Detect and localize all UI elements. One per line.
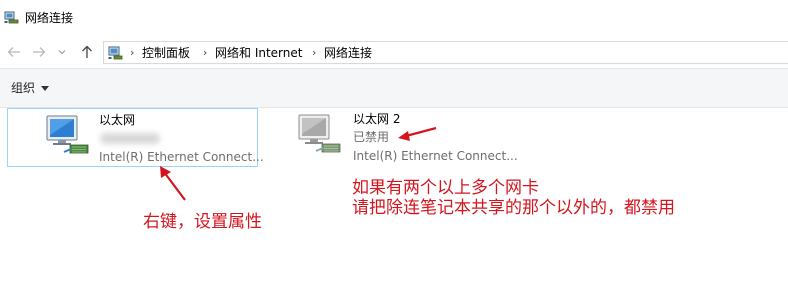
command-bar: 组织 <box>0 68 788 108</box>
back-button[interactable] <box>5 42 23 62</box>
arrow-right-icon <box>33 47 46 57</box>
adapter-status: 已禁用 <box>353 130 390 144</box>
control-panel-icon <box>108 46 123 60</box>
arrow-up-icon <box>82 45 92 58</box>
recent-locations-button[interactable] <box>56 42 68 62</box>
organize-menu-button[interactable]: 组织 <box>11 81 35 95</box>
breadcrumb-control-panel[interactable]: 控制面板 <box>142 46 190 60</box>
adapter-device: Intel(R) Ethernet Connect... <box>99 150 264 164</box>
up-button[interactable] <box>78 42 96 62</box>
address-bar[interactable]: › 控制面板 › 网络和 Internet › 网络连接 <box>103 41 788 64</box>
arrow-to-ethernet <box>160 166 186 201</box>
network-connections-icon <box>4 11 19 24</box>
breadcrumb-network-connections[interactable]: 网络连接 <box>324 46 372 60</box>
chevron-down-icon <box>58 50 66 55</box>
disabled-ethernet-adapter-icon <box>298 114 341 153</box>
adapter-name: 以太网 2 <box>353 112 401 126</box>
forward-button[interactable] <box>30 42 48 62</box>
ethernet-adapter-icon <box>46 115 89 154</box>
window-title: 网络连接 <box>25 11 74 25</box>
adapter-item-ethernet[interactable]: 以太网 Intel(R) Ethernet Connect... <box>7 108 264 167</box>
adapter-name: 以太网 <box>99 113 136 127</box>
annotation-right-click: 右键，设置属性 <box>143 212 262 232</box>
breadcrumb-separator[interactable]: › <box>130 46 134 60</box>
breadcrumb-separator[interactable]: › <box>203 46 207 60</box>
breadcrumb-separator[interactable]: › <box>312 46 316 60</box>
adapter-device: Intel(R) Ethernet Connect... <box>353 149 518 163</box>
adapter-item-ethernet-2[interactable]: 以太网 2 已禁用 Intel(R) Ethernet Connect... <box>290 108 530 167</box>
navigation-row: › 控制面板 › 网络和 Internet › 网络连接 <box>0 38 788 66</box>
title-bar: 网络连接 <box>0 0 788 36</box>
redacted-network-name <box>100 133 160 144</box>
arrow-left-icon <box>7 47 20 57</box>
annotation-multi-nic-line1: 如果有两个以上多个网卡 <box>352 178 539 198</box>
chevron-down-icon[interactable] <box>41 86 49 91</box>
breadcrumb-network-internet[interactable]: 网络和 Internet <box>215 46 302 60</box>
annotation-multi-nic-line2: 请把除连笔记本共享的那个以外的，都禁用 <box>352 198 675 218</box>
